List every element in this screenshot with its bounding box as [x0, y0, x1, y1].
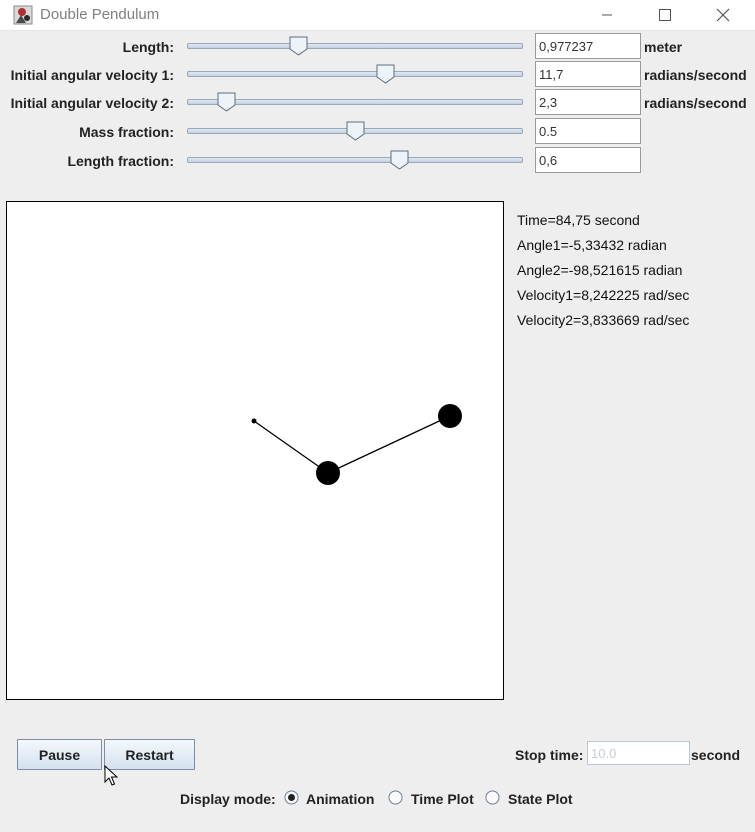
pendulum-rod-1: [253, 420, 329, 474]
param-row-mass-fraction: Mass fraction: 0.5: [0, 118, 755, 145]
param-row-velocity1: Initial angular velocity 1: 11,7 radians…: [0, 61, 755, 88]
param-row-length: Length: 0,977237 meter: [0, 33, 755, 60]
slider-track[interactable]: [187, 71, 523, 77]
length-fraction-slider[interactable]: [187, 150, 523, 170]
close-icon: [716, 8, 730, 22]
radio-time-plot[interactable]: [388, 790, 403, 805]
slider-thumb[interactable]: [289, 36, 308, 56]
radio-animation-label[interactable]: Animation: [306, 791, 374, 807]
param-row-velocity2: Initial angular velocity 2: 2,3 radians/…: [0, 89, 755, 116]
pendulum-bob-2: [438, 404, 462, 428]
pendulum-bob-1: [316, 461, 340, 485]
param-label: Mass fraction:: [79, 124, 174, 140]
pivot-point: [251, 418, 257, 424]
stop-time-input[interactable]: 10.0: [587, 741, 690, 765]
velocity2-field[interactable]: 2,3: [535, 89, 641, 115]
radio-state-plot-label[interactable]: State Plot: [508, 791, 573, 807]
radio-animation[interactable]: [284, 790, 299, 805]
pendulum-app-icon: [13, 5, 33, 25]
velocity1-readout: Velocity1=8,242225 rad/sec: [517, 287, 690, 303]
maximize-icon: [659, 9, 671, 21]
velocity1-field[interactable]: 11,7: [535, 61, 641, 87]
close-button[interactable]: [700, 0, 746, 30]
param-unit: meter: [644, 39, 683, 55]
angle1-readout: Angle1=-5,33432 radian: [517, 237, 667, 253]
velocity1-slider[interactable]: [187, 64, 523, 84]
stop-time-unit: second: [691, 747, 741, 763]
time-readout: Time=84,75 second: [517, 212, 640, 228]
double-pendulum-window: Double Pendulum Length: 0,977237 meter I…: [0, 0, 755, 832]
velocity2-readout: Velocity2=3,833669 rad/sec: [517, 312, 690, 328]
param-label: Initial angular velocity 1:: [10, 67, 174, 83]
maximize-button[interactable]: [642, 0, 688, 30]
length-fraction-field[interactable]: 0,6: [535, 147, 641, 173]
slider-thumb[interactable]: [390, 150, 409, 170]
radio-state-plot[interactable]: [485, 790, 500, 805]
param-row-length-fraction: Length fraction: 0,6: [0, 147, 755, 174]
pendulum-rod-2: [327, 415, 451, 474]
mouse-pointer-icon: [104, 765, 118, 786]
animation-canvas: [6, 201, 504, 700]
mass-fraction-field[interactable]: 0.5: [535, 118, 641, 144]
display-mode-label: Display mode:: [180, 791, 276, 807]
param-unit: radians/second: [644, 95, 747, 111]
radio-time-plot-label[interactable]: Time Plot: [411, 791, 474, 807]
slider-thumb[interactable]: [376, 64, 395, 84]
angle2-readout: Angle2=-98,521615 radian: [517, 262, 683, 278]
param-label: Length:: [122, 39, 174, 55]
window-title: Double Pendulum: [40, 6, 160, 23]
minimize-button[interactable]: [584, 0, 630, 30]
velocity2-slider[interactable]: [187, 92, 523, 112]
slider-thumb[interactable]: [217, 92, 236, 112]
length-field[interactable]: 0,977237: [535, 33, 641, 59]
content-pane: Length: 0,977237 meter Initial angular v…: [0, 30, 755, 832]
title-bar[interactable]: Double Pendulum: [0, 0, 755, 31]
slider-track[interactable]: [187, 157, 523, 163]
pendulum-drawing: [251, 404, 462, 485]
mass-fraction-slider[interactable]: [187, 121, 523, 141]
minimize-icon: [602, 14, 612, 16]
param-label: Length fraction:: [67, 153, 174, 169]
param-unit: radians/second: [644, 67, 747, 83]
slider-thumb[interactable]: [346, 121, 365, 141]
length-slider[interactable]: [187, 36, 523, 56]
slider-track[interactable]: [187, 99, 523, 105]
slider-track[interactable]: [187, 43, 523, 49]
stop-time-label: Stop time:: [515, 747, 584, 763]
pause-button[interactable]: Pause: [17, 739, 102, 770]
param-label: Initial angular velocity 2:: [10, 95, 174, 111]
